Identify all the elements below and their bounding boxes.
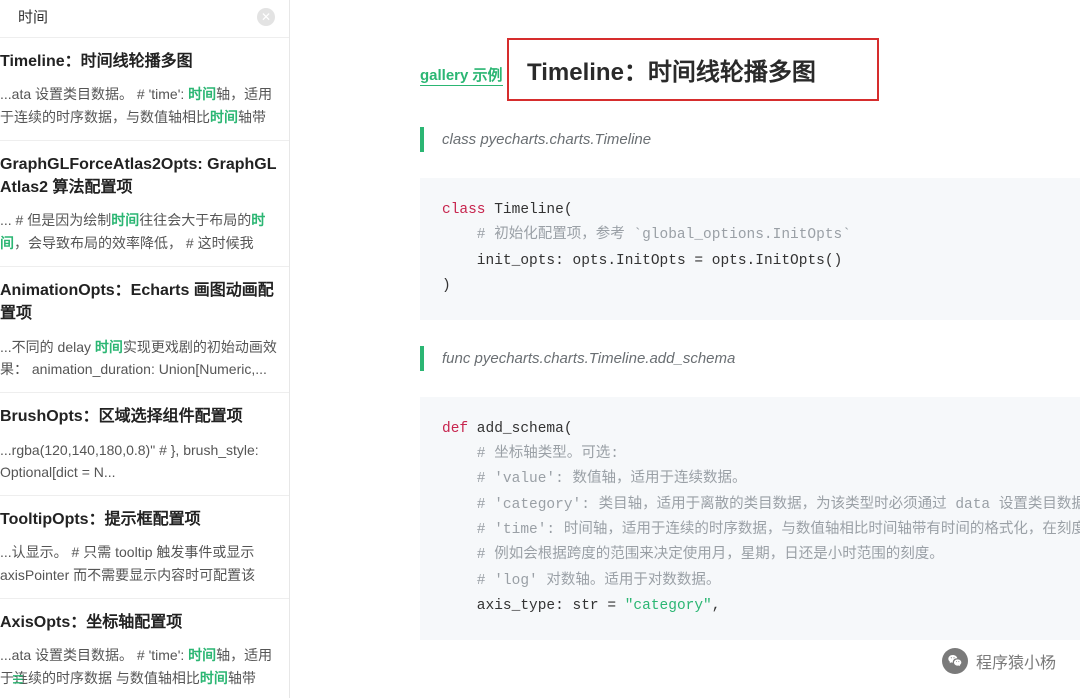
- result-snippet: ...rgba(120,140,180,0.8)" # }, brush_sty…: [0, 439, 277, 484]
- code-block: class Timeline( # 初始化配置项，参考 `global_opti…: [420, 178, 1080, 320]
- watermark: 程序猿小杨: [942, 648, 1056, 674]
- api-signature-quote: class pyecharts.charts.Timeline: [420, 127, 1080, 152]
- search-result[interactable]: BrushOpts：区域选择组件配置项 ...rgba(120,140,180,…: [0, 392, 289, 495]
- search-result[interactable]: Timeline：时间线轮播多图 ...ata 设置类目数据。 # 'time'…: [0, 37, 289, 140]
- result-title: TooltipOpts：提示框配置项: [0, 508, 277, 531]
- watermark-text: 程序猿小杨: [976, 649, 1056, 673]
- page-title: Timeline：时间线轮播多图: [527, 52, 859, 87]
- code-block: def add_schema( # 坐标轴类型。可选: # 'value': 数…: [420, 397, 1080, 640]
- result-snippet: ... # 但是因为绘制时间往往会大于布局的时间，会导致布局的效率降低， # 这…: [0, 209, 277, 254]
- wechat-icon: [942, 648, 968, 674]
- result-snippet: ...不同的 delay 时间实现更戏剧的初始动画效果： animation_d…: [0, 336, 277, 381]
- menu-icon[interactable]: ≡: [12, 669, 25, 692]
- app-root: 时间 ✕ Timeline：时间线轮播多图 ...ata 设置类目数据。 # '…: [0, 0, 1080, 698]
- api-signature-quote: func pyecharts.charts.Timeline.add_schem…: [420, 346, 1080, 371]
- result-snippet: ...认显示。 # 只需 tooltip 触发事件或显示 axisPointer…: [0, 541, 277, 586]
- search-input[interactable]: 时间: [18, 6, 257, 27]
- gallery-link[interactable]: gallery 示例: [420, 64, 503, 86]
- search-result[interactable]: TooltipOpts：提示框配置项 ...认显示。 # 只需 tooltip …: [0, 495, 289, 598]
- result-title: AxisOpts：坐标轴配置项: [0, 611, 277, 634]
- search-result[interactable]: AnimationOpts：Echarts 画图动画配置项 ...不同的 del…: [0, 266, 289, 392]
- search-sidebar: 时间 ✕ Timeline：时间线轮播多图 ...ata 设置类目数据。 # '…: [0, 0, 290, 698]
- clear-search-icon[interactable]: ✕: [257, 8, 275, 26]
- result-title: AnimationOpts：Echarts 画图动画配置项: [0, 279, 277, 325]
- search-row: 时间 ✕: [0, 0, 289, 37]
- result-snippet: ...ata 设置类目数据。 # 'time': 时间轴，适用于连续的时序数据，…: [0, 83, 277, 128]
- result-title: BrushOpts：区域选择组件配置项: [0, 405, 277, 428]
- search-result[interactable]: GraphGLForceAtlas2Opts: GraphGL Atlas2 算…: [0, 140, 289, 266]
- search-result[interactable]: AxisOpts：坐标轴配置项 ...ata 设置类目数据。 # 'time':…: [0, 598, 289, 698]
- result-snippet: ...ata 设置类目数据。 # 'time': 时间轴，适用于连续的时序数据 …: [0, 644, 277, 689]
- result-title: GraphGLForceAtlas2Opts: GraphGL Atlas2 算…: [0, 153, 277, 199]
- headline-highlight-box: Timeline：时间线轮播多图: [507, 38, 879, 101]
- result-title: Timeline：时间线轮播多图: [0, 50, 277, 73]
- doc-content: gallery 示例 Timeline：时间线轮播多图 class pyecha…: [290, 0, 1080, 698]
